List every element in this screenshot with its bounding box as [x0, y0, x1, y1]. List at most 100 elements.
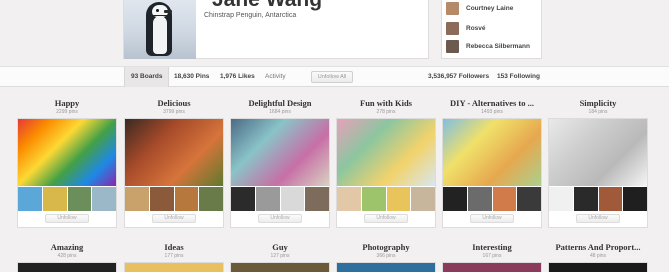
- board-thumbnail[interactable]: [67, 187, 92, 211]
- board-cover-image[interactable]: [337, 119, 435, 186]
- board-card[interactable]: Amazing 428 pins: [17, 242, 117, 272]
- board-cover-image[interactable]: [125, 119, 223, 186]
- board-thumbnail[interactable]: [42, 187, 67, 211]
- penguin-belly: [153, 16, 167, 54]
- board-frame[interactable]: Unfollow: [230, 118, 330, 228]
- pins-count: 18,630 Pins: [174, 73, 210, 80]
- board-title[interactable]: Delightful Design: [230, 98, 330, 108]
- board-thumbnails: [337, 187, 435, 211]
- board-thumbnail[interactable]: [149, 187, 174, 211]
- board-thumbnail[interactable]: [623, 187, 647, 211]
- unfollow-board-button[interactable]: Unfollow: [576, 214, 620, 223]
- penguin-strap: [152, 15, 168, 16]
- board-card[interactable]: Delightful Design 1684 pins Unfollow: [230, 98, 330, 228]
- board-frame[interactable]: Unfollow: [336, 118, 436, 228]
- board-thumbnail[interactable]: [174, 187, 199, 211]
- board-thumbnails: [443, 187, 541, 211]
- board-frame[interactable]: Unfollow: [442, 118, 542, 228]
- board-cover-image[interactable]: [442, 262, 542, 272]
- board-title[interactable]: Delicious: [124, 98, 224, 108]
- board-card[interactable]: Happy 2299 pins Unfollow: [17, 98, 117, 228]
- board-thumbnail[interactable]: [92, 187, 116, 211]
- board-card[interactable]: Fun with Kids 278 pins Unfollow: [336, 98, 436, 228]
- board-card[interactable]: Delicious 3799 pins Unfollow: [124, 98, 224, 228]
- follower-item[interactable]: Rosvé: [446, 22, 486, 35]
- board-title[interactable]: Guy: [230, 242, 330, 252]
- board-thumbnails: [18, 187, 116, 211]
- board-thumbnail[interactable]: [255, 187, 280, 211]
- board-thumbnail[interactable]: [280, 187, 305, 211]
- board-title[interactable]: DIY - Alternatives to ...: [442, 98, 542, 108]
- board-cover-image[interactable]: [231, 119, 329, 186]
- board-title[interactable]: Ideas: [124, 242, 224, 252]
- follower-avatar: [446, 2, 459, 15]
- following-count: 153 Following: [497, 73, 540, 80]
- board-pin-count: 1493 pins: [481, 109, 503, 115]
- unfollow-all-button[interactable]: Unfollow All: [311, 71, 353, 83]
- board-thumbnail[interactable]: [386, 187, 411, 211]
- board-thumbnail[interactable]: [18, 187, 42, 211]
- board-thumbnail[interactable]: [573, 187, 598, 211]
- board-card[interactable]: DIY - Alternatives to ... 1493 pins Unfoll…: [442, 98, 542, 228]
- board-title[interactable]: Patterns And Proport...: [548, 242, 648, 252]
- board-cover-image[interactable]: [443, 119, 541, 186]
- board-cover-image[interactable]: [549, 119, 647, 186]
- board-cover-image[interactable]: [17, 262, 117, 272]
- follower-item[interactable]: Courtney Laine: [446, 2, 513, 15]
- board-frame[interactable]: Unfollow: [17, 118, 117, 228]
- board-cover-image[interactable]: [18, 119, 116, 186]
- unfollow-board-button[interactable]: Unfollow: [364, 214, 408, 223]
- board-thumbnail[interactable]: [125, 187, 149, 211]
- follower-name: Rosvé: [466, 25, 486, 32]
- board-thumbnail[interactable]: [231, 187, 255, 211]
- board-pin-count: 366 pins: [376, 253, 396, 259]
- board-thumbnail[interactable]: [443, 187, 467, 211]
- board-thumbnail[interactable]: [492, 187, 517, 211]
- board-cover-image[interactable]: [548, 262, 648, 272]
- board-thumbnail[interactable]: [411, 187, 435, 211]
- following-link[interactable]: 153 Following: [497, 67, 540, 87]
- board-title[interactable]: Fun with Kids: [336, 98, 436, 108]
- board-title[interactable]: Amazing: [17, 242, 117, 252]
- board-card[interactable]: Interesting 167 pins: [442, 242, 542, 272]
- unfollow-board-button[interactable]: Unfollow: [258, 214, 302, 223]
- board-card[interactable]: Patterns And Proport... 48 pins: [548, 242, 648, 272]
- board-thumbnail[interactable]: [337, 187, 361, 211]
- board-title[interactable]: Photography: [336, 242, 436, 252]
- board-card[interactable]: Ideas 177 pins: [124, 242, 224, 272]
- board-pin-count: 167 pins: [482, 253, 502, 259]
- unfollow-board-button[interactable]: Unfollow: [470, 214, 514, 223]
- board-thumbnail[interactable]: [517, 187, 541, 211]
- board-thumbnail[interactable]: [305, 187, 329, 211]
- tab-pins[interactable]: 18,630 Pins: [174, 67, 209, 87]
- board-cover-image[interactable]: [336, 262, 436, 272]
- board-card[interactable]: Photography 366 pins: [336, 242, 436, 272]
- board-thumbnail[interactable]: [361, 187, 386, 211]
- board-card[interactable]: Simplicity 184 pins Unfollow: [548, 98, 648, 228]
- follower-item[interactable]: Rebecca Silbermann: [446, 40, 530, 53]
- board-pin-count: 48 pins: [589, 253, 607, 259]
- board-title[interactable]: Simplicity: [548, 98, 648, 108]
- board-title[interactable]: Happy: [17, 98, 117, 108]
- followers-count: 3,536,957 Followers: [428, 73, 490, 80]
- board-thumbnail[interactable]: [467, 187, 492, 211]
- board-frame[interactable]: Unfollow: [548, 118, 648, 228]
- board-card[interactable]: Guy 127 pins: [230, 242, 330, 272]
- board-thumbnail[interactable]: [549, 187, 573, 211]
- board-thumbnail[interactable]: [598, 187, 623, 211]
- board-pin-count: 3799 pins: [163, 109, 185, 115]
- board-cover-image[interactable]: [230, 262, 330, 272]
- tab-activity[interactable]: Activity: [265, 67, 286, 87]
- tab-boards[interactable]: 93 Boards: [124, 67, 170, 87]
- unfollow-board-button[interactable]: Unfollow: [45, 214, 89, 223]
- unfollow-board-button[interactable]: Unfollow: [152, 214, 196, 223]
- board-frame[interactable]: Unfollow: [124, 118, 224, 228]
- board-thumbnail[interactable]: [199, 187, 223, 211]
- board-cover-image[interactable]: [124, 262, 224, 272]
- avatar[interactable]: [124, 0, 196, 59]
- tab-likes[interactable]: 1,976 Likes: [220, 67, 255, 87]
- followers-link[interactable]: 3,536,957 Followers: [428, 67, 489, 87]
- board-pin-count: 2299 pins: [56, 109, 78, 115]
- board-title[interactable]: Interesting: [442, 242, 542, 252]
- board-thumbnails: [125, 187, 223, 211]
